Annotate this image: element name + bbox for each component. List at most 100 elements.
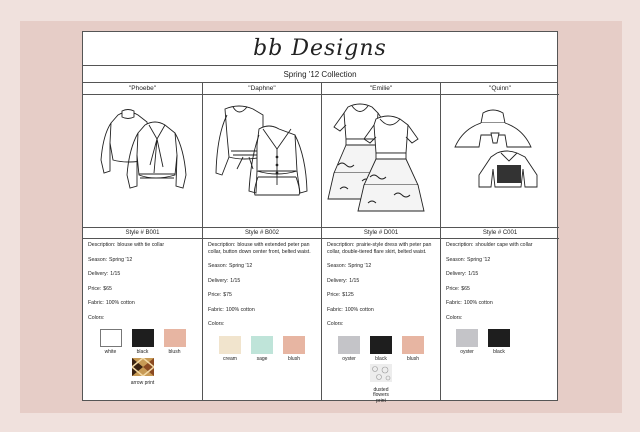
price-label: Price: xyxy=(88,285,102,292)
swatch-label: blush xyxy=(407,355,419,362)
swatch-chip xyxy=(338,335,360,354)
swatch-label: cream xyxy=(223,355,237,362)
delivery-label: Delivery: xyxy=(208,277,229,284)
description-label: Description: xyxy=(208,242,236,248)
swatch-label: black xyxy=(493,349,505,355)
season-label: Season: xyxy=(208,263,228,269)
fabric-value: 100% cotton xyxy=(463,300,493,306)
color-swatch: black xyxy=(368,335,394,363)
style-specs: Description: blouse with tie collar Seaso… xyxy=(83,239,202,387)
delivery-label: Delivery: xyxy=(327,277,348,284)
cape-sketch-image xyxy=(441,95,559,228)
dress-sketch-image xyxy=(322,95,440,228)
swatch-chip xyxy=(99,329,122,347)
description-label: Description: xyxy=(327,242,355,248)
color-swatch: cream xyxy=(217,335,243,363)
season-value: Spring '12 xyxy=(467,256,491,263)
style-number: Style # B001 xyxy=(83,228,202,239)
price-label: Price: xyxy=(327,292,341,298)
season-value: Spring '12 xyxy=(109,256,133,263)
swatch-label: sage xyxy=(256,355,268,362)
description-value: shoulder cape with collar xyxy=(475,242,533,248)
season-value: Spring '12 xyxy=(348,263,372,269)
style-column-phoebe: "Phoebe" Style # B001 Description: blous… xyxy=(83,83,202,401)
color-swatch: oyster xyxy=(454,329,480,356)
color-swatches: white black blush arrow print xyxy=(88,329,197,387)
fabric-label: Fabric: xyxy=(88,300,104,306)
color-swatch: blush xyxy=(162,329,188,356)
style-specs: Description: prairie-style dress with pet… xyxy=(322,239,440,404)
swatch-chip xyxy=(283,335,305,354)
colors-label: Colors: xyxy=(327,321,344,327)
swatch-label: black xyxy=(375,355,387,362)
color-swatches: oyster black blush dusted flowers print xyxy=(327,335,435,405)
style-number: Style # C001 xyxy=(441,228,559,239)
style-name: "Daphne" xyxy=(203,83,321,95)
swatch-label: oyster xyxy=(460,349,474,355)
swatch-label: blush xyxy=(168,349,181,355)
color-swatch: black xyxy=(130,329,156,356)
price-label: Price: xyxy=(208,292,222,298)
swatch-chip xyxy=(488,329,510,347)
color-swatch: dusted flowers print xyxy=(368,364,394,404)
style-specs: Description: blouse with extended peter p… xyxy=(203,239,321,362)
style-number: Style # B002 xyxy=(203,228,321,239)
season-label: Season: xyxy=(88,256,108,263)
style-number: Style # D001 xyxy=(322,228,440,239)
blouse-sketch-image xyxy=(83,95,202,228)
description-label: Description: xyxy=(88,242,116,248)
price-label: Price: xyxy=(446,285,460,292)
style-name: "Quinn" xyxy=(441,83,559,95)
color-swatch: blush xyxy=(281,335,307,363)
price-value: $125 xyxy=(342,292,354,298)
style-column-daphne: "Daphne" Style # B002 Description: blous… xyxy=(202,83,321,401)
colors-label: Colors: xyxy=(88,314,105,321)
style-column-quinn: "Quinn" Style # C001 Description: shoulde… xyxy=(440,83,559,401)
description-label: Description: xyxy=(446,242,474,248)
price-value: $65 xyxy=(103,285,112,292)
collection-title: Spring '12 Collection xyxy=(83,66,557,83)
swatch-chip xyxy=(456,329,478,347)
delivery-value: 1/15 xyxy=(349,277,360,284)
delivery-value: 1/15 xyxy=(468,271,479,277)
price-value: $75 xyxy=(223,292,232,298)
description-value: blouse with tie collar xyxy=(117,242,165,248)
fabric-label: Fabric: xyxy=(446,300,462,306)
style-column-emilie: "Emilie" Style # D001 Description: prair… xyxy=(321,83,440,404)
season-label: Season: xyxy=(327,263,347,269)
dusted-flowers-swatch-image xyxy=(370,364,392,382)
season-label: Season: xyxy=(446,256,466,263)
swatch-chip xyxy=(402,335,424,354)
fabric-value: 100% cotton xyxy=(225,306,255,313)
color-swatches: oyster black xyxy=(446,329,554,356)
season-value: Spring '12 xyxy=(229,263,253,269)
style-name: "Phoebe" xyxy=(83,83,202,95)
swatch-label: black xyxy=(136,349,149,355)
delivery-value: 1/15 xyxy=(110,271,121,277)
swatch-label: blush xyxy=(288,355,300,362)
color-swatch: blush xyxy=(400,335,426,363)
arrow-print-swatch-image xyxy=(130,356,155,377)
color-swatch: white xyxy=(98,329,124,356)
blouse-sketch-image xyxy=(203,95,321,228)
colors-label: Colors: xyxy=(208,321,225,327)
swatch-label: oyster xyxy=(342,355,356,362)
swatch-chip xyxy=(251,335,273,354)
style-specs: Description: shoulder cape with collar Se… xyxy=(441,239,559,356)
swatch-label: arrow print xyxy=(130,380,155,386)
fabric-value: 100% cotton xyxy=(105,300,135,306)
swatch-chip xyxy=(131,329,154,347)
swatch-chip xyxy=(219,335,241,354)
fabric-value: 100% cotton xyxy=(344,306,374,313)
delivery-label: Delivery: xyxy=(88,271,109,277)
swatch-chip xyxy=(370,335,392,354)
line-sheet: bb Designs Spring '12 Collection "Phoebe… xyxy=(82,31,559,404)
swatch-label: white xyxy=(104,349,117,355)
fabric-label: Fabric: xyxy=(208,306,224,313)
delivery-label: Delivery: xyxy=(446,271,467,277)
style-name: "Emilie" xyxy=(322,83,440,95)
page-frame: bb Designs Spring '12 Collection "Phoebe… xyxy=(20,21,622,413)
color-swatches: cream sage blush xyxy=(208,335,316,363)
delivery-value: 1/15 xyxy=(230,277,241,284)
colors-label: Colors: xyxy=(446,314,463,321)
